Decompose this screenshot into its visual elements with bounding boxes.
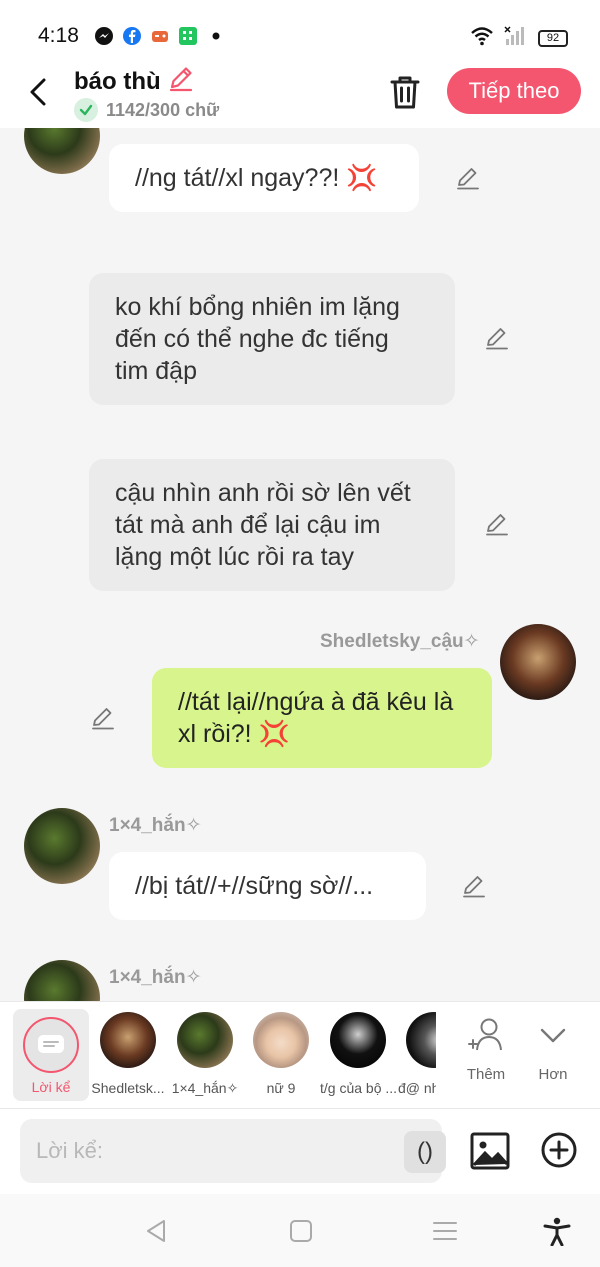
recents-menu-icon[interactable] (430, 1216, 460, 1246)
avatar-1x4-han[interactable] (24, 128, 100, 174)
status-indicators: 92 (470, 26, 568, 51)
narration-bubble[interactable]: ko khí bổng nhiên im lặng đến có thể ngh… (89, 273, 455, 405)
avatar-shedletsky[interactable] (500, 624, 576, 700)
chat-area[interactable]: //ng tát//xl ngay??! 💢 ko khí bổng nhiên… (0, 128, 600, 1001)
character-label: 1×4_hắn✧ (171, 1080, 239, 1096)
edit-icon[interactable] (484, 511, 510, 537)
add-person-icon (465, 1018, 507, 1058)
word-count-text: 1142/300 chữ (106, 99, 220, 120)
message-input[interactable] (36, 1131, 376, 1171)
accessibility-icon[interactable] (542, 1216, 572, 1247)
expand-label: Hơn (538, 1066, 568, 1083)
character-nu-9[interactable]: nữ 9 (243, 1012, 319, 1096)
trash-icon[interactable] (386, 72, 424, 112)
character-selector: Lời kể Shedletsk... 1×4_hắn✧ nữ 9 t/g củ… (0, 1001, 600, 1108)
wifi-icon (470, 26, 494, 51)
word-count: 1142/300 chữ (74, 98, 219, 122)
character-partial[interactable]: đ@ nh (396, 1012, 436, 1096)
composer: () (0, 1108, 600, 1194)
message-text: //ng tát//xl ngay??! 💢 (135, 164, 378, 192)
character-1x4-han[interactable]: 1×4_hắn✧ (167, 1012, 243, 1097)
character-label: đ@ nh (398, 1080, 436, 1096)
system-nav-bar (0, 1194, 600, 1267)
story-title[interactable]: báo thù (74, 64, 195, 99)
facebook-icon (122, 26, 142, 46)
message-text: //tát lại//ngứa à đã kêu là xl rồi?! 💢 (178, 688, 454, 748)
sender-name: 1×4_hắn✧ (109, 967, 202, 988)
avatar-1x4-han[interactable] (24, 808, 100, 884)
status-app-icons (94, 26, 226, 46)
back-arrow-icon[interactable] (24, 74, 54, 110)
home-square-icon[interactable] (286, 1216, 316, 1246)
message-bubble-self[interactable]: //tát lại//ngứa à đã kêu là xl rồi?! 💢 (152, 668, 492, 768)
sender-name: 1×4_hắn✧ (109, 815, 202, 836)
add-character-label: Thêm (466, 1066, 506, 1083)
narration-bubble[interactable]: cậu nhìn anh rồi sờ lên vết tát mà anh đ… (89, 459, 455, 591)
notification-dot-icon (206, 26, 226, 46)
calculator-icon (178, 26, 198, 46)
status-time: 4:18 (38, 24, 79, 47)
character-avatar (330, 1012, 386, 1068)
message-bubble[interactable]: //bị tát//+//sững sờ//... (109, 852, 426, 920)
edit-icon[interactable] (484, 325, 510, 351)
narration-text: cậu nhìn anh rồi sờ lên vết tát mà anh đ… (115, 479, 411, 571)
image-icon[interactable] (470, 1131, 510, 1171)
status-bar: 4:18 92 (0, 0, 600, 64)
character-avatar (100, 1012, 156, 1068)
chevron-down-icon (534, 1028, 572, 1058)
character-avatar (253, 1012, 309, 1068)
messenger-icon (94, 26, 114, 46)
expand-button[interactable]: Hơn (523, 1016, 583, 1083)
signal-icon (504, 26, 528, 51)
message-text: //bị tát//+//sững sờ//... (135, 872, 374, 900)
character-label: Shedletsk... (91, 1080, 165, 1096)
character-avatar (177, 1012, 233, 1068)
character-label: nữ 9 (266, 1080, 296, 1096)
plus-circle-icon[interactable] (540, 1131, 578, 1169)
character-label: t/g của bộ ... (320, 1080, 396, 1096)
action-paren-button[interactable]: () (404, 1131, 446, 1173)
add-character-button[interactable]: Thêm (456, 1016, 516, 1083)
character-shedletsky[interactable]: Shedletsk... (90, 1012, 166, 1096)
pencil-icon[interactable] (167, 64, 195, 99)
battery-indicator: 92 (538, 30, 568, 47)
next-button[interactable]: Tiếp theo (447, 68, 581, 114)
editor-header: báo thù 1142/300 chữ Tiếp theo (0, 64, 600, 128)
message-bubble[interactable]: //ng tát//xl ngay??! 💢 (109, 144, 419, 212)
narration-icon (23, 1017, 79, 1073)
message-input-box[interactable]: () (20, 1119, 446, 1183)
narration-selector[interactable]: Lời kể (13, 1009, 89, 1101)
back-triangle-icon[interactable] (142, 1216, 172, 1246)
character-author[interactable]: t/g của bộ ... (320, 1012, 396, 1096)
edit-icon[interactable] (461, 873, 487, 899)
avatar-1x4-han[interactable] (24, 960, 100, 1001)
check-icon (74, 98, 98, 122)
sender-name: Shedletsky_cậu✧ (320, 631, 480, 652)
game-icon (150, 26, 170, 46)
narration-label: Lời kể (31, 1079, 71, 1095)
story-title-text: báo thù (74, 67, 161, 95)
edit-icon[interactable] (90, 705, 116, 731)
narration-text: ko khí bổng nhiên im lặng đến có thể ngh… (115, 293, 400, 385)
edit-icon[interactable] (455, 165, 481, 191)
character-avatar (406, 1012, 436, 1068)
